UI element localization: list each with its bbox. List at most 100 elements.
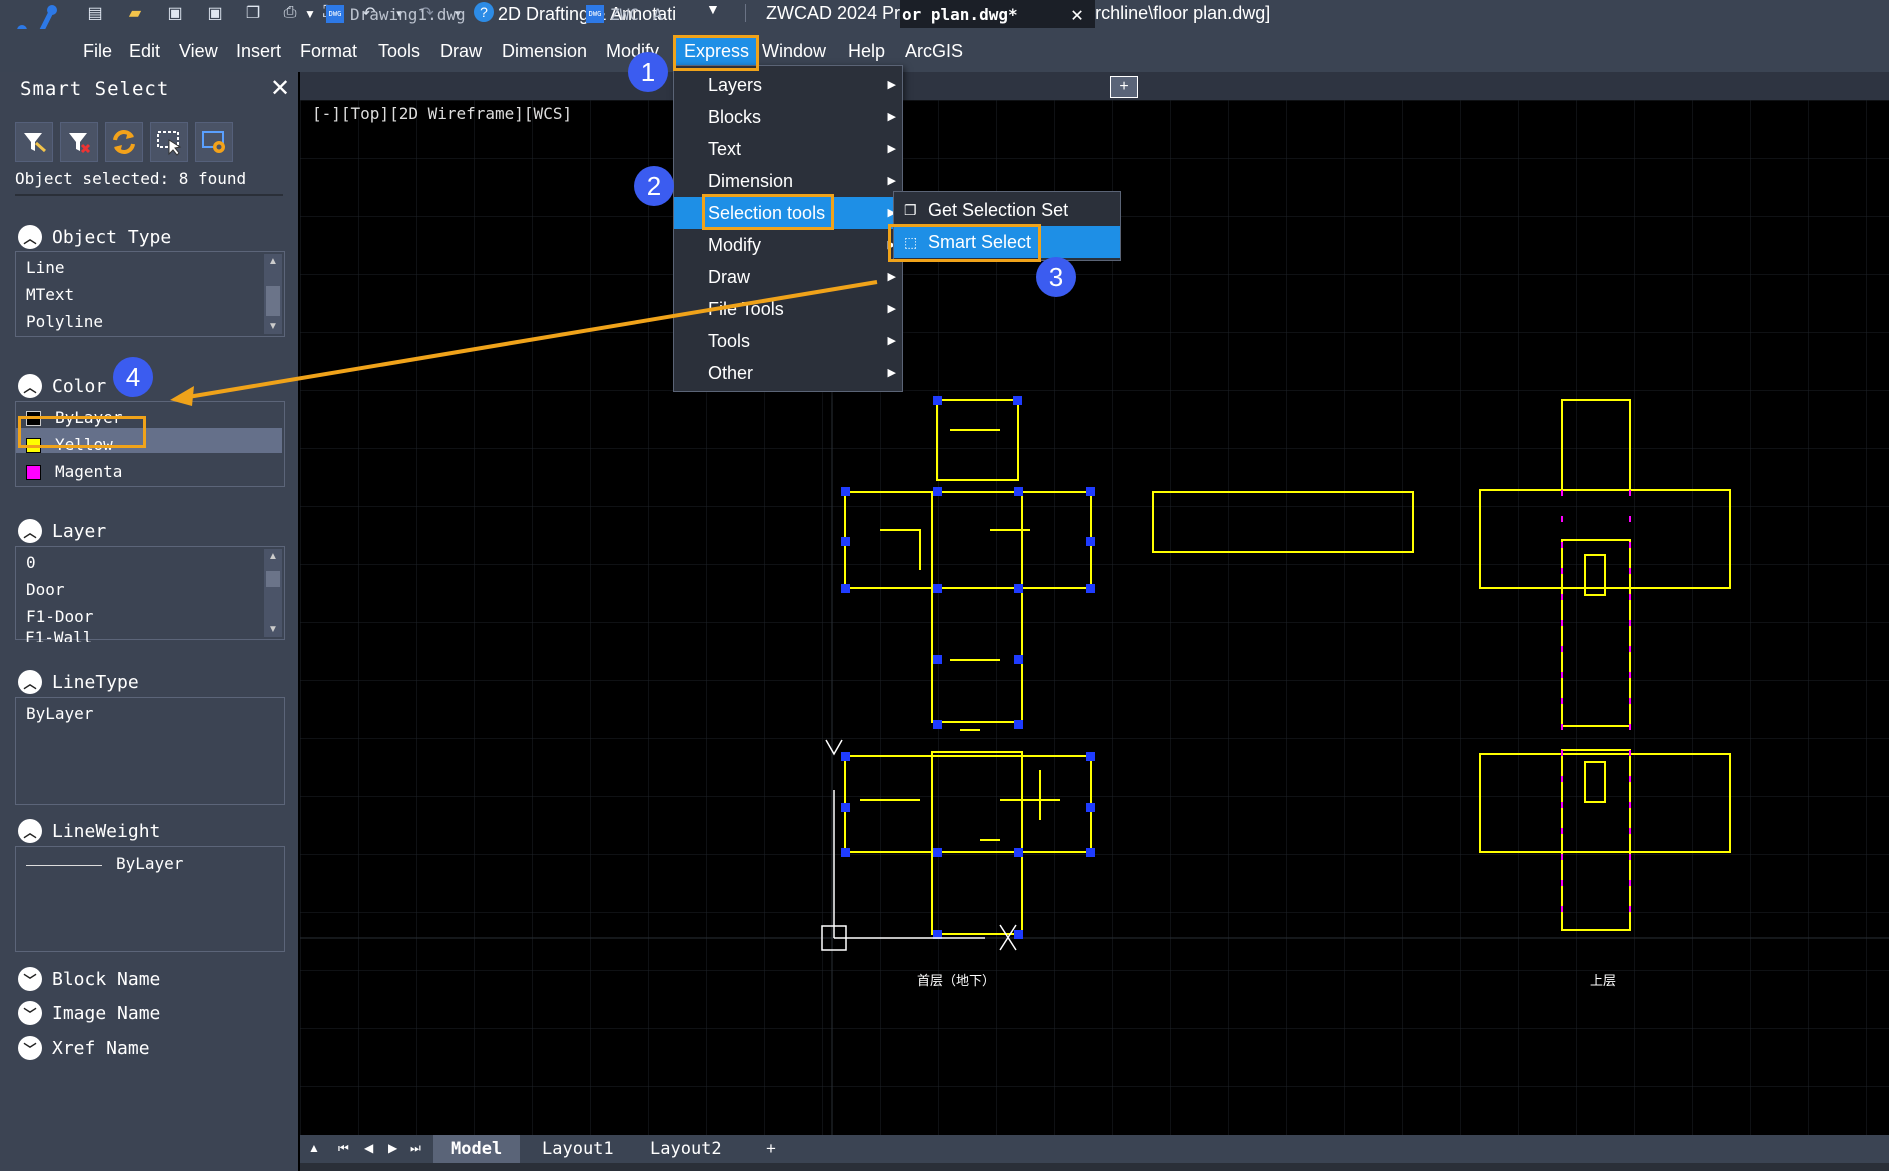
chevron-up-icon[interactable]: ▲ <box>268 551 278 562</box>
scrollbar[interactable]: ▲ ▼ <box>264 549 282 637</box>
chevron-right-icon: ▶ <box>887 143 896 155</box>
chevron-up-icon[interactable]: ▲ <box>268 256 278 267</box>
add-layout-button[interactable]: + <box>748 1135 794 1163</box>
refresh-icon[interactable] <box>105 122 143 162</box>
tab-layout2[interactable]: Layout2 <box>632 1135 740 1163</box>
tab-layout1[interactable]: Layout1 <box>524 1135 632 1163</box>
list-item[interactable]: Door <box>26 580 65 599</box>
section-xref-name[interactable]: ﹀ Xref Name <box>18 1034 150 1062</box>
section-image-name[interactable]: ﹀ Image Name <box>18 999 160 1027</box>
command-line[interactable] <box>300 1163 1889 1171</box>
print-icon[interactable]: ⎙ <box>279 3 301 23</box>
layer-list[interactable]: 0 Door F1-Door ▲ ▼ <box>15 546 285 640</box>
chevron-up-icon: ︿ <box>18 374 42 398</box>
menu-draw[interactable]: Draw <box>432 36 490 66</box>
chevron-up-icon: ︿ <box>18 519 42 543</box>
close-icon[interactable]: ✕ <box>1071 2 1083 26</box>
section-color[interactable]: ︿ Color <box>18 372 106 400</box>
express-item-modify[interactable]: Modify ▶ <box>674 229 902 261</box>
linetype-list[interactable]: ByLayer <box>15 697 285 805</box>
chevron-down-icon: ﹀ <box>18 1001 42 1025</box>
menu-dimension[interactable]: Dimension <box>494 36 595 66</box>
chevron-right-icon: ▶ <box>887 79 896 91</box>
tab-floor-plan[interactable]: or plan.dwg* ✕ <box>900 0 1095 28</box>
tab-model[interactable]: Model <box>433 1135 521 1163</box>
step-badge-3: 3 <box>1036 257 1076 297</box>
panel-title: Smart Select <box>20 78 170 100</box>
section-layer[interactable]: ︿ Layer <box>18 517 106 545</box>
list-item[interactable]: Magenta <box>26 462 122 481</box>
tab-drawing1[interactable]: DWG Drawing1.dwg <box>326 0 576 28</box>
viewport-controls[interactable]: [-][Top][2D Wireframe][WCS] <box>312 104 572 123</box>
chevron-down-icon: ﹀ <box>18 1036 42 1060</box>
smart-select-panel: Smart Select ✕ Object selected: 8 found … <box>0 72 298 1171</box>
tab-label: ZWC <box>610 4 639 24</box>
section-object-type[interactable]: ︿ Object Type <box>18 223 171 251</box>
list-item[interactable]: F1-Wall <box>25 628 92 642</box>
open-folder-icon[interactable]: ▰ <box>124 3 146 23</box>
save-all-icon[interactable]: ❐ <box>242 3 264 23</box>
plan-label-left: 首层（地下） <box>917 974 995 989</box>
menu-window[interactable]: Window <box>754 36 834 66</box>
document-tabs <box>300 72 1889 100</box>
chevron-down-icon: ▼ <box>706 1 720 17</box>
section-label: Layer <box>52 520 107 542</box>
list-item[interactable]: 0 <box>26 553 36 572</box>
section-label: LineWeight <box>52 820 161 842</box>
new-file-icon[interactable]: ▤ <box>84 3 106 23</box>
window-select-icon[interactable] <box>150 122 188 162</box>
settings-icon[interactable] <box>195 122 233 162</box>
tab-label: Drawing1.dwg <box>350 4 466 24</box>
menu-tools[interactable]: Tools <box>370 36 428 66</box>
list-item[interactable]: ByLayer <box>116 854 183 873</box>
highlight-yellow <box>18 416 146 448</box>
prev-layout-icon[interactable]: ◀ <box>364 1141 373 1155</box>
section-label: Xref Name <box>52 1037 150 1059</box>
filter-select-icon[interactable] <box>15 122 53 162</box>
menu-insert[interactable]: Insert <box>228 36 289 66</box>
submenu-get-selection-set[interactable]: ❐ Get Selection Set <box>894 194 1120 226</box>
dwg-file-icon: DWG <box>586 5 604 23</box>
express-item-text[interactable]: Text ▶ <box>674 133 902 165</box>
menu-view[interactable]: View <box>171 36 226 66</box>
menu-edit[interactable]: Edit <box>121 36 168 66</box>
save-as-icon[interactable]: ▣ <box>204 3 226 23</box>
filter-remove-icon[interactable] <box>60 122 98 162</box>
first-layout-icon[interactable]: ⏮ <box>338 1141 349 1156</box>
express-item-blocks[interactable]: Blocks ▶ <box>674 101 902 133</box>
scrollbar-thumb[interactable] <box>266 571 280 587</box>
divider <box>15 194 283 196</box>
list-item[interactable]: Line <box>26 258 65 277</box>
list-item[interactable]: Polyline <box>26 312 103 331</box>
last-layout-icon[interactable]: ⏭ <box>410 1141 421 1156</box>
express-item-layers[interactable]: Layers ▶ <box>674 69 902 101</box>
lineweight-list[interactable]: ByLayer <box>15 846 285 952</box>
section-label: Object Type <box>52 226 172 248</box>
chevron-down-icon[interactable]: ▼ <box>268 624 278 635</box>
section-block-name[interactable]: ﹀ Block Name <box>18 965 160 993</box>
section-label: Image Name <box>52 1002 161 1024</box>
menu-file[interactable]: File <box>75 36 120 66</box>
menu-arcgis[interactable]: ArcGIS <box>897 36 971 66</box>
annotation-arrow <box>170 280 878 406</box>
list-item[interactable]: ByLayer <box>26 704 93 723</box>
chevron-right-icon: ▶ <box>887 111 896 123</box>
next-layout-icon[interactable]: ▶ <box>388 1141 397 1155</box>
close-icon[interactable]: ✕ <box>270 74 290 103</box>
divider <box>745 4 746 22</box>
save-icon[interactable]: ▣ <box>164 3 186 23</box>
list-item[interactable]: MText <box>26 285 74 304</box>
tab-drawing2[interactable]: DWG ZWC A <box>586 0 674 28</box>
menu-format[interactable]: Format <box>292 36 365 66</box>
new-tab-icon[interactable]: + <box>1110 76 1138 98</box>
chevron-up-icon: ︿ <box>18 670 42 694</box>
tab-label: A <box>652 4 663 24</box>
tabs-menu-icon[interactable]: ▼ <box>304 0 324 28</box>
section-lineweight[interactable]: ︿ LineWeight <box>18 817 160 845</box>
scroll-up-icon[interactable]: ▲ <box>308 1141 320 1155</box>
section-linetype[interactable]: ︿ LineType <box>18 668 139 696</box>
menu-help[interactable]: Help <box>840 36 893 66</box>
express-item-dimension[interactable]: Dimension ▶ <box>674 165 902 197</box>
section-label: Color <box>52 375 107 397</box>
list-item[interactable]: F1-Door <box>26 607 93 626</box>
